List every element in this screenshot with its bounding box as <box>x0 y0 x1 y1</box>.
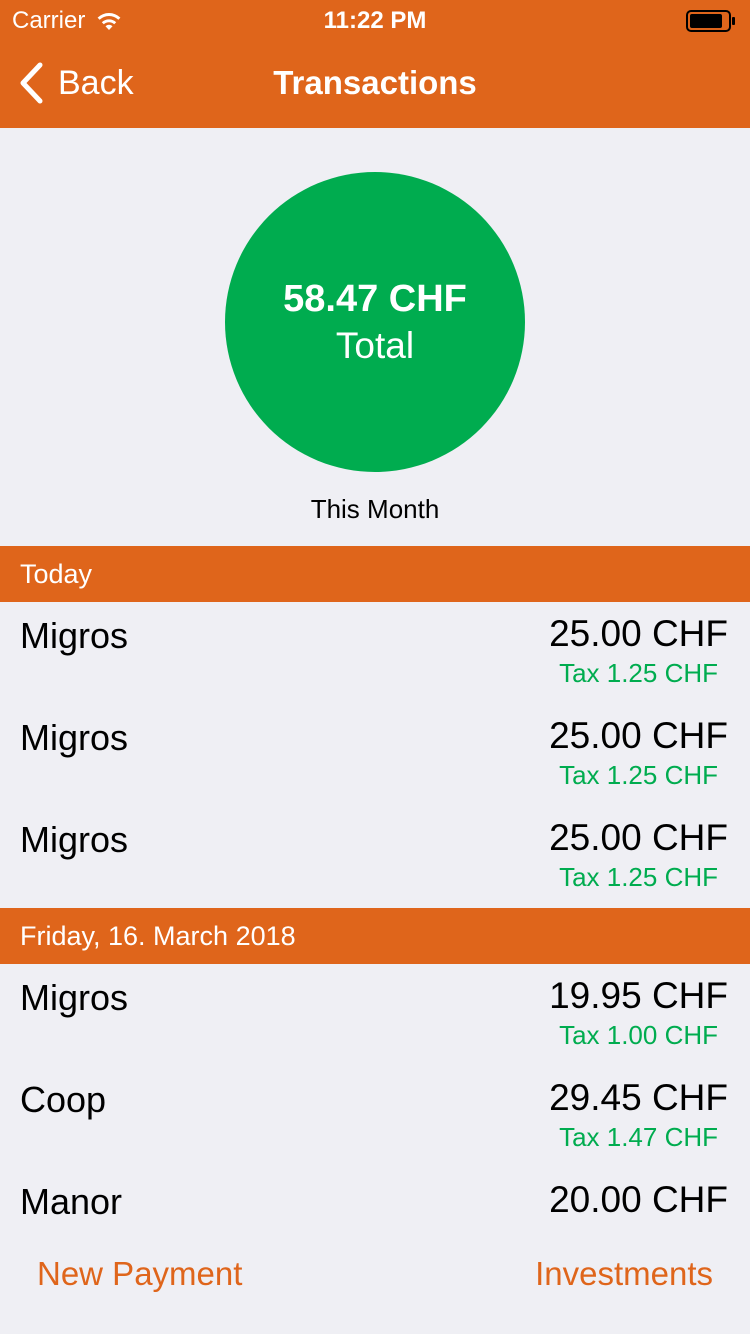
amount-block: 25.00 CHF Tax 1.25 CHF <box>549 612 728 690</box>
tax-amount: Tax 1.25 CHF <box>559 760 719 790</box>
total-circle: 58.47 CHF Total <box>225 172 525 472</box>
transaction-row[interactable]: Migros 25.00 CHF Tax 1.25 CHF <box>0 602 750 704</box>
section-header-today: Today <box>0 546 750 602</box>
total-amount: 58.47 CHF <box>283 278 467 320</box>
status-bar: Carrier 11:22 PM <box>0 0 750 40</box>
transaction-row[interactable]: Migros 25.00 CHF Tax 1.25 CHF <box>0 806 750 908</box>
transaction-row[interactable]: Coop 29.45 CHF Tax 1.47 CHF <box>0 1066 750 1168</box>
section-header-date: Friday, 16. March 2018 <box>0 908 750 964</box>
total-label: Total <box>335 325 415 366</box>
amount-block: 19.95 CHF Tax 1.00 CHF <box>549 974 728 1052</box>
merchant-name: Coop <box>20 1079 107 1120</box>
transaction-row[interactable]: Migros 19.95 CHF Tax 1.00 CHF <box>0 964 750 1066</box>
new-payment-button[interactable]: New Payment <box>37 1252 242 1296</box>
transaction-amount: 29.45 CHF <box>549 1077 728 1118</box>
merchant-name: Migros <box>20 819 129 860</box>
transaction-amount: 25.00 CHF <box>549 715 728 756</box>
transaction-amount: 19.95 CHF <box>549 975 728 1016</box>
battery-icon <box>686 10 735 32</box>
bottom-toolbar: New Payment Investments <box>0 1244 750 1334</box>
tax-amount: Tax 1.47 CHF <box>559 1122 719 1152</box>
merchant-name: Manor <box>20 1181 123 1222</box>
merchant-name: Migros <box>20 977 129 1018</box>
amount-block: 29.45 CHF Tax 1.47 CHF <box>549 1076 728 1154</box>
summary-section: 58.47 CHF Total This Month <box>0 128 750 546</box>
page-title: Transactions <box>273 64 477 101</box>
transaction-amount: 25.00 CHF <box>549 613 728 654</box>
transaction-amount: 20.00 CHF <box>549 1179 728 1220</box>
nav-bar: Back Transactions <box>0 40 750 128</box>
amount-block: 25.00 CHF Tax 1.25 CHF <box>549 714 728 792</box>
tax-amount: Tax 1.00 CHF <box>559 1020 719 1050</box>
tax-amount: Tax 1.25 CHF <box>559 658 719 688</box>
merchant-name: Migros <box>20 717 129 758</box>
merchant-name: Migros <box>20 615 129 656</box>
section-header-label: Today <box>20 559 93 589</box>
transaction-row[interactable]: Migros 25.00 CHF Tax 1.25 CHF <box>0 704 750 806</box>
section-header-label: Friday, 16. March 2018 <box>20 921 296 951</box>
tax-amount: Tax 1.25 CHF <box>559 862 719 892</box>
navigation-header: Carrier 11:22 PM Back Transactions <box>0 0 750 128</box>
period-label: This Month <box>310 494 440 524</box>
status-time: 11:22 PM <box>323 7 427 34</box>
investments-button[interactable]: Investments <box>535 1252 713 1296</box>
amount-block: 20.00 CHF <box>549 1178 728 1222</box>
total-content: 58.47 CHF Total <box>225 276 525 370</box>
transaction-amount: 25.00 CHF <box>549 817 728 858</box>
amount-block: 25.00 CHF Tax 1.25 CHF <box>549 816 728 894</box>
